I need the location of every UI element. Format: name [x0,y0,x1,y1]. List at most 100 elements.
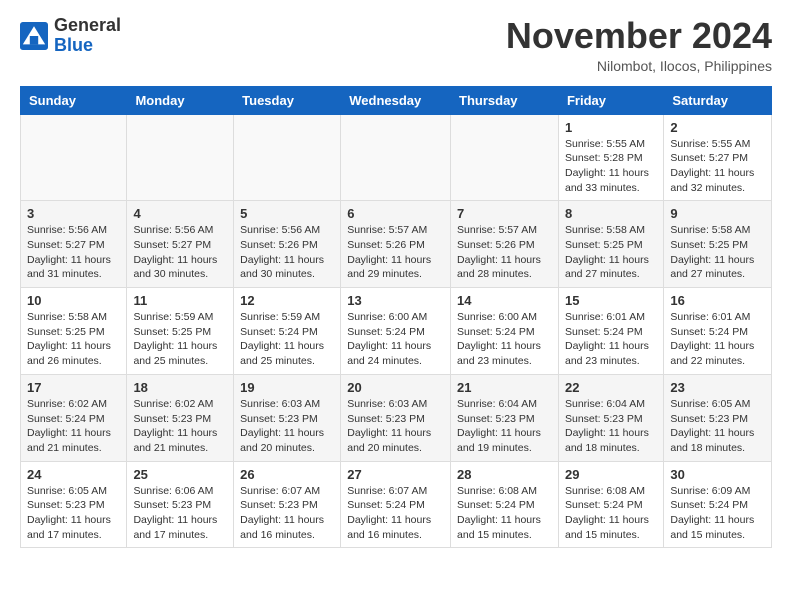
calendar-cell: 28 Sunrise: 6:08 AM Sunset: 5:24 PM Dayli… [451,461,559,548]
calendar-cell: 23Sunrise: 6:05 AM Sunset: 5:23 PM Dayli… [664,374,772,461]
day-number: 7 [457,206,552,221]
logo-icon [20,22,48,50]
calendar-cell: 18 Sunrise: 6:02 AM Sunset: 5:23 PM Dayli… [127,374,234,461]
day-detail: Sunrise: 6:02 AM Sunset: 5:23 PM Dayligh… [133,397,227,456]
day-detail: Sunrise: 5:57 AM Sunset: 5:26 PM Dayligh… [457,223,552,282]
weekday-header: Wednesday [341,86,451,114]
day-number: 27 [347,467,444,482]
calendar-cell: 13 Sunrise: 6:00 AM Sunset: 5:24 PM Dayli… [341,288,451,375]
day-detail: Sunrise: 5:55 AM Sunset: 5:28 PM Dayligh… [565,137,657,196]
calendar-cell [341,114,451,201]
calendar-cell [451,114,559,201]
day-detail: Sunrise: 5:56 AM Sunset: 5:27 PM Dayligh… [133,223,227,282]
logo-area: General Blue [20,16,121,56]
day-detail: Sunrise: 6:05 AM Sunset: 5:23 PM Dayligh… [670,397,765,456]
calendar-cell: 19 Sunrise: 6:03 AM Sunset: 5:23 PM Dayli… [234,374,341,461]
day-number: 5 [240,206,334,221]
calendar-cell: 7 Sunrise: 5:57 AM Sunset: 5:26 PM Daylig… [451,201,559,288]
calendar-cell: 22 Sunrise: 6:04 AM Sunset: 5:23 PM Dayli… [558,374,663,461]
weekday-header: Tuesday [234,86,341,114]
calendar-cell [21,114,127,201]
day-detail: Sunrise: 5:59 AM Sunset: 5:24 PM Dayligh… [240,310,334,369]
day-detail: Sunrise: 6:07 AM Sunset: 5:23 PM Dayligh… [240,484,334,543]
title-area: November 2024 Nilombot, Ilocos, Philippi… [506,16,772,74]
day-detail: Sunrise: 5:56 AM Sunset: 5:27 PM Dayligh… [27,223,120,282]
day-number: 28 [457,467,552,482]
day-number: 8 [565,206,657,221]
day-number: 2 [670,120,765,135]
day-detail: Sunrise: 6:01 AM Sunset: 5:24 PM Dayligh… [670,310,765,369]
calendar-cell: 11 Sunrise: 5:59 AM Sunset: 5:25 PM Dayli… [127,288,234,375]
day-detail: Sunrise: 6:08 AM Sunset: 5:24 PM Dayligh… [457,484,552,543]
calendar-cell [234,114,341,201]
calendar-cell: 26 Sunrise: 6:07 AM Sunset: 5:23 PM Dayli… [234,461,341,548]
day-detail: Sunrise: 5:56 AM Sunset: 5:26 PM Dayligh… [240,223,334,282]
calendar-cell: 12Sunrise: 5:59 AM Sunset: 5:24 PM Dayli… [234,288,341,375]
day-detail: Sunrise: 5:58 AM Sunset: 5:25 PM Dayligh… [670,223,765,282]
day-detail: Sunrise: 5:58 AM Sunset: 5:25 PM Dayligh… [565,223,657,282]
calendar-cell: 29 Sunrise: 6:08 AM Sunset: 5:24 PM Dayli… [558,461,663,548]
day-detail: Sunrise: 6:04 AM Sunset: 5:23 PM Dayligh… [565,397,657,456]
day-number: 13 [347,293,444,308]
calendar-week-row: 3Sunrise: 5:56 AM Sunset: 5:27 PM Daylig… [21,201,772,288]
day-detail: Sunrise: 6:06 AM Sunset: 5:23 PM Dayligh… [133,484,227,543]
day-detail: Sunrise: 6:05 AM Sunset: 5:23 PM Dayligh… [27,484,120,543]
day-detail: Sunrise: 6:00 AM Sunset: 5:24 PM Dayligh… [347,310,444,369]
calendar-week-row: 24 Sunrise: 6:05 AM Sunset: 5:23 PM Dayli… [21,461,772,548]
calendar-cell: 27 Sunrise: 6:07 AM Sunset: 5:24 PM Dayli… [341,461,451,548]
calendar-cell: 15Sunrise: 6:01 AM Sunset: 5:24 PM Dayli… [558,288,663,375]
calendar-cell: 1 Sunrise: 5:55 AM Sunset: 5:28 PM Daylig… [558,114,663,201]
day-number: 1 [565,120,657,135]
day-number: 18 [133,380,227,395]
day-detail: Sunrise: 5:57 AM Sunset: 5:26 PM Dayligh… [347,223,444,282]
calendar-cell: 24 Sunrise: 6:05 AM Sunset: 5:23 PM Dayli… [21,461,127,548]
day-number: 6 [347,206,444,221]
calendar-cell [127,114,234,201]
day-detail: Sunrise: 6:03 AM Sunset: 5:23 PM Dayligh… [240,397,334,456]
day-number: 24 [27,467,120,482]
page: General Blue November 2024 Nilombot, Ilo… [0,0,792,564]
calendar-week-row: 17Sunrise: 6:02 AM Sunset: 5:24 PM Dayli… [21,374,772,461]
calendar-cell: 30Sunrise: 6:09 AM Sunset: 5:24 PM Dayli… [664,461,772,548]
calendar-week-row: 10Sunrise: 5:58 AM Sunset: 5:25 PM Dayli… [21,288,772,375]
day-detail: Sunrise: 6:09 AM Sunset: 5:24 PM Dayligh… [670,484,765,543]
day-detail: Sunrise: 5:58 AM Sunset: 5:25 PM Dayligh… [27,310,120,369]
day-number: 14 [457,293,552,308]
calendar-table: SundayMondayTuesdayWednesdayThursdayFrid… [20,86,772,549]
day-number: 9 [670,206,765,221]
calendar-cell: 17Sunrise: 6:02 AM Sunset: 5:24 PM Dayli… [21,374,127,461]
calendar-week-row: 1 Sunrise: 5:55 AM Sunset: 5:28 PM Daylig… [21,114,772,201]
weekday-header: Sunday [21,86,127,114]
day-detail: Sunrise: 6:01 AM Sunset: 5:24 PM Dayligh… [565,310,657,369]
calendar-cell: 10Sunrise: 5:58 AM Sunset: 5:25 PM Dayli… [21,288,127,375]
weekday-header: Monday [127,86,234,114]
day-detail: Sunrise: 5:59 AM Sunset: 5:25 PM Dayligh… [133,310,227,369]
day-number: 26 [240,467,334,482]
day-number: 11 [133,293,227,308]
day-number: 16 [670,293,765,308]
calendar-header-row: SundayMondayTuesdayWednesdayThursdayFrid… [21,86,772,114]
day-number: 19 [240,380,334,395]
day-detail: Sunrise: 6:08 AM Sunset: 5:24 PM Dayligh… [565,484,657,543]
location: Nilombot, Ilocos, Philippines [506,58,772,74]
calendar-cell: 3Sunrise: 5:56 AM Sunset: 5:27 PM Daylig… [21,201,127,288]
day-detail: Sunrise: 5:55 AM Sunset: 5:27 PM Dayligh… [670,137,765,196]
calendar-cell: 2 Sunrise: 5:55 AM Sunset: 5:27 PM Daylig… [664,114,772,201]
calendar-cell: 16 Sunrise: 6:01 AM Sunset: 5:24 PM Dayli… [664,288,772,375]
day-detail: Sunrise: 6:04 AM Sunset: 5:23 PM Dayligh… [457,397,552,456]
header: General Blue November 2024 Nilombot, Ilo… [20,16,772,74]
day-number: 29 [565,467,657,482]
day-number: 25 [133,467,227,482]
weekday-header: Thursday [451,86,559,114]
day-number: 20 [347,380,444,395]
day-number: 22 [565,380,657,395]
day-detail: Sunrise: 6:07 AM Sunset: 5:24 PM Dayligh… [347,484,444,543]
calendar-cell: 14Sunrise: 6:00 AM Sunset: 5:24 PM Dayli… [451,288,559,375]
calendar-cell: 4Sunrise: 5:56 AM Sunset: 5:27 PM Daylig… [127,201,234,288]
day-detail: Sunrise: 6:02 AM Sunset: 5:24 PM Dayligh… [27,397,120,456]
weekday-header: Friday [558,86,663,114]
day-detail: Sunrise: 6:03 AM Sunset: 5:23 PM Dayligh… [347,397,444,456]
weekday-header: Saturday [664,86,772,114]
calendar-cell: 20 Sunrise: 6:03 AM Sunset: 5:23 PM Dayli… [341,374,451,461]
calendar-cell: 5 Sunrise: 5:56 AM Sunset: 5:26 PM Daylig… [234,201,341,288]
